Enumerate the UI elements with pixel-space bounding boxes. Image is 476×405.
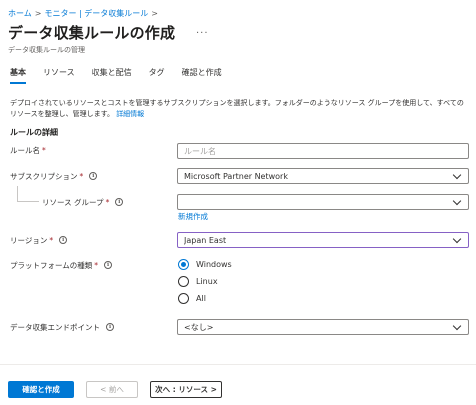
next-resources-button[interactable]: 次へ : リソース >: [150, 381, 222, 398]
radio-selected-icon: [178, 258, 189, 270]
platform-type-label-text: プラットフォームの種類: [10, 260, 93, 270]
radio-all-label: All: [196, 293, 206, 303]
radio-unselected-icon: [178, 292, 189, 304]
breadcrumb-separator: >: [34, 8, 42, 18]
platform-type-label: プラットフォームの種類 * i: [10, 258, 113, 272]
subscription-label-text: サブスクリプション: [10, 171, 78, 181]
required-marker: *: [49, 235, 54, 245]
tab-basics[interactable]: 基本: [10, 67, 26, 84]
rule-name-placeholder: ルール名: [184, 146, 216, 156]
learn-more-link[interactable]: 詳細情報: [116, 110, 144, 118]
chevron-down-icon: [452, 235, 462, 245]
resource-group-label: リソース グループ * i: [42, 195, 124, 209]
breadcrumb: ホーム > モニター | データ収集ルール >: [8, 6, 161, 20]
region-label: リージョン * i: [10, 233, 68, 247]
create-new-link[interactable]: 新規作成: [178, 211, 208, 222]
rule-name-input[interactable]: ルール名: [177, 143, 469, 159]
tab-review-create[interactable]: 確認と作成: [182, 67, 222, 82]
page-title: データ収集ルールの作成: [8, 24, 176, 42]
chevron-down-icon: [452, 322, 462, 332]
tree-connector: [17, 186, 18, 201]
rule-name-label: ルール名 *: [10, 143, 46, 157]
section-title-rule-details: ルールの詳細: [10, 128, 58, 137]
resource-group-dropdown[interactable]: [177, 194, 469, 210]
tab-collect-deliver[interactable]: 収集と配信: [92, 67, 132, 82]
required-marker: *: [94, 260, 99, 270]
info-icon[interactable]: i: [89, 172, 98, 180]
endpoint-label: データ収集エンドポイント i: [10, 320, 114, 334]
subscription-dropdown[interactable]: Microsoft Partner Network: [177, 168, 469, 184]
tab-bar: 基本 リソース 収集と配信 タグ 確認と作成: [10, 67, 239, 84]
description-text: デプロイされているリソースとコストを管理するサブスクリプションを選択します。フォ…: [10, 99, 464, 118]
tab-resources[interactable]: リソース: [43, 67, 75, 82]
required-marker: *: [42, 145, 46, 155]
breadcrumb-monitor-link[interactable]: モニター | データ収集ルール: [44, 8, 148, 19]
radio-windows-label: Windows: [196, 259, 232, 269]
info-icon[interactable]: i: [104, 261, 113, 269]
radio-windows[interactable]: Windows: [178, 257, 232, 271]
tab-tags[interactable]: タグ: [149, 67, 165, 82]
page-subtitle: データ収集ルールの管理: [8, 46, 85, 54]
subscription-label: サブスクリプション * i: [10, 169, 98, 183]
endpoint-value: <なし>: [184, 322, 214, 332]
previous-button[interactable]: < 前へ: [86, 381, 138, 398]
region-label-text: リージョン: [10, 235, 48, 245]
review-create-button[interactable]: 確認と作成: [8, 381, 74, 398]
region-dropdown[interactable]: Japan East: [177, 232, 469, 248]
chevron-down-icon: [452, 171, 462, 181]
required-marker: *: [79, 171, 84, 181]
endpoint-label-text: データ収集エンドポイント: [10, 322, 100, 332]
rule-name-label-text: ルール名: [10, 145, 40, 155]
radio-linux[interactable]: Linux: [178, 274, 218, 288]
radio-all[interactable]: All: [178, 291, 206, 305]
radio-unselected-icon: [178, 275, 189, 287]
tree-connector: [17, 201, 39, 202]
breadcrumb-separator: >: [151, 8, 158, 18]
info-icon[interactable]: i: [59, 236, 68, 244]
resource-group-label-text: リソース グループ: [42, 197, 104, 207]
required-marker: *: [105, 197, 110, 207]
info-icon[interactable]: i: [106, 323, 114, 331]
subscription-value: Microsoft Partner Network: [184, 171, 288, 181]
region-value: Japan East: [184, 235, 227, 245]
chevron-down-icon: [452, 197, 462, 207]
footer-divider: [0, 364, 476, 365]
endpoint-dropdown[interactable]: <なし>: [177, 319, 469, 335]
description: デプロイされているリソースとコストを管理するサブスクリプションを選択します。フォ…: [10, 98, 468, 120]
more-options-icon[interactable]: ···: [196, 28, 209, 39]
radio-linux-label: Linux: [196, 276, 218, 286]
info-icon[interactable]: i: [115, 198, 124, 206]
breadcrumb-home-link[interactable]: ホーム: [8, 8, 32, 19]
